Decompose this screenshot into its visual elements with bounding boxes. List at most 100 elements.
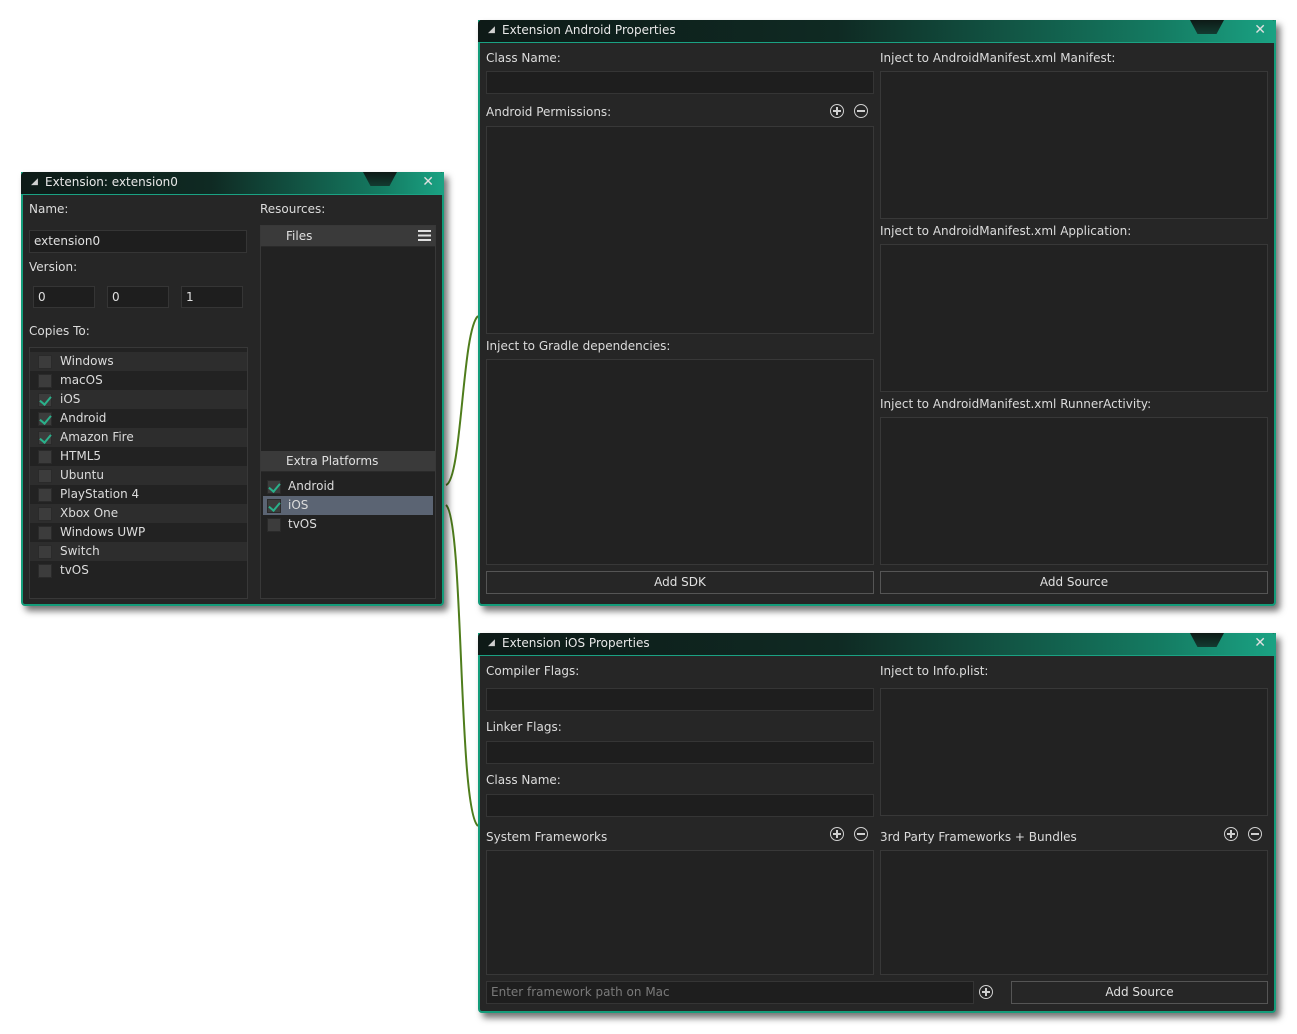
ios-properties-window: ◢ Extension iOS Properties ✕ Compiler Fl… xyxy=(478,633,1276,1013)
info-plist-textarea[interactable] xyxy=(880,688,1268,816)
platform-row[interactable]: Windows xyxy=(30,352,247,371)
extra-platform-label: Android xyxy=(288,479,335,493)
close-icon[interactable]: ✕ xyxy=(1254,635,1266,651)
extra-platforms-header[interactable]: Extra Platforms xyxy=(261,451,435,472)
add-permission-icon[interactable] xyxy=(830,104,844,118)
extra-platform-label: tvOS xyxy=(288,517,317,531)
compiler-flags-input[interactable] xyxy=(486,688,874,711)
platform-checkbox[interactable] xyxy=(38,355,52,369)
window-title: Extension: extension0 xyxy=(45,175,178,189)
platform-label: tvOS xyxy=(60,563,89,577)
platform-checkbox[interactable] xyxy=(38,545,52,559)
android-window-titlebar[interactable]: ◢ Extension Android Properties ✕ xyxy=(478,20,1276,43)
platform-row[interactable]: Ubuntu xyxy=(30,466,247,485)
class-name-input[interactable] xyxy=(486,794,874,817)
close-icon[interactable]: ✕ xyxy=(1254,22,1266,38)
manifest-inject-textarea[interactable] xyxy=(880,71,1268,219)
copies-to-label: Copies To: xyxy=(29,324,90,338)
platform-checkbox[interactable] xyxy=(38,374,52,388)
platform-row[interactable]: HTML5 xyxy=(30,447,247,466)
platform-label: HTML5 xyxy=(60,449,102,463)
platform-label: Windows xyxy=(60,354,114,368)
ios-window-titlebar[interactable]: ◢ Extension iOS Properties ✕ xyxy=(478,633,1276,656)
add-framework-path-icon[interactable] xyxy=(979,985,993,999)
android-permissions-label: Android Permissions: xyxy=(486,105,612,119)
platform-checkbox[interactable] xyxy=(38,450,52,464)
extra-platform-checkbox[interactable] xyxy=(267,518,281,532)
runner-activity-inject-textarea[interactable] xyxy=(880,417,1268,565)
system-frameworks-list[interactable] xyxy=(486,850,874,975)
platform-row[interactable]: iOS xyxy=(30,390,247,409)
platform-label: macOS xyxy=(60,373,103,387)
platform-label: Ubuntu xyxy=(60,468,104,482)
platform-row[interactable]: Amazon Fire xyxy=(30,428,247,447)
platform-checkbox[interactable] xyxy=(38,431,52,445)
extra-platform-row[interactable]: Android xyxy=(263,477,433,496)
android-permissions-list[interactable] xyxy=(486,126,874,334)
application-inject-label: Inject to AndroidManifest.xml Applicatio… xyxy=(880,224,1132,238)
title-notch-decoration xyxy=(1190,20,1224,34)
platform-checkbox[interactable] xyxy=(38,469,52,483)
files-header-label: Files xyxy=(286,229,313,243)
class-name-label: Class Name: xyxy=(486,773,561,787)
platform-label: Switch xyxy=(60,544,100,558)
version-major-input[interactable]: 0 xyxy=(33,286,95,308)
extra-platforms-label: Extra Platforms xyxy=(286,454,379,468)
platform-checkbox[interactable] xyxy=(38,393,52,407)
title-notch-decoration xyxy=(1190,633,1224,647)
collapse-icon[interactable]: ◢ xyxy=(488,638,495,648)
platform-checkbox[interactable] xyxy=(38,488,52,502)
version-minor-input[interactable]: 0 xyxy=(107,286,169,308)
title-notch-decoration xyxy=(363,172,397,186)
add-source-button[interactable]: Add Source xyxy=(880,571,1268,594)
platform-row[interactable]: PlayStation 4 xyxy=(30,485,247,504)
platform-row[interactable]: Xbox One xyxy=(30,504,247,523)
platform-row[interactable]: macOS xyxy=(30,371,247,390)
extra-platform-checkbox[interactable] xyxy=(267,499,281,513)
platform-row[interactable]: Switch xyxy=(30,542,247,561)
platform-checkbox[interactable] xyxy=(38,526,52,540)
platform-checkbox[interactable] xyxy=(38,507,52,521)
framework-path-input[interactable]: Enter framework path on Mac xyxy=(486,981,974,1004)
platform-row[interactable]: Android xyxy=(30,409,247,428)
add-sdk-button[interactable]: Add SDK xyxy=(486,571,874,594)
extra-platform-row[interactable]: iOS xyxy=(263,496,433,515)
linker-flags-input[interactable] xyxy=(486,741,874,764)
class-name-input[interactable] xyxy=(486,71,874,94)
connector-to-ios xyxy=(445,504,479,827)
third-party-frameworks-label: 3rd Party Frameworks + Bundles xyxy=(880,830,1077,844)
platform-label: Xbox One xyxy=(60,506,119,520)
gradle-dependencies-label: Inject to Gradle dependencies: xyxy=(486,339,671,353)
close-icon[interactable]: ✕ xyxy=(422,174,434,190)
version-patch-input[interactable]: 1 xyxy=(181,286,243,308)
resources-label: Resources: xyxy=(260,202,326,216)
ios-add-source-button[interactable]: Add Source xyxy=(1011,981,1268,1004)
compiler-flags-label: Compiler Flags: xyxy=(486,664,580,678)
third-party-frameworks-list[interactable] xyxy=(880,850,1268,975)
remove-third-party-framework-icon[interactable] xyxy=(1248,827,1262,841)
extra-platform-checkbox[interactable] xyxy=(267,480,281,494)
version-label: Version: xyxy=(29,260,78,274)
add-system-framework-icon[interactable] xyxy=(830,827,844,841)
collapse-icon[interactable]: ◢ xyxy=(31,177,38,187)
collapse-icon[interactable]: ◢ xyxy=(488,25,495,35)
files-header[interactable]: Files xyxy=(261,226,435,247)
gradle-dependencies-textarea[interactable] xyxy=(486,359,874,565)
platform-checkbox[interactable] xyxy=(38,412,52,426)
system-frameworks-label: System Frameworks xyxy=(486,830,608,844)
remove-permission-icon[interactable] xyxy=(854,104,868,118)
extra-platform-row[interactable]: tvOS xyxy=(263,515,433,534)
menu-icon[interactable] xyxy=(418,230,431,241)
runner-activity-inject-label: Inject to AndroidManifest.xml RunnerActi… xyxy=(880,397,1152,411)
name-input[interactable]: extension0 xyxy=(29,230,247,253)
platform-checkbox[interactable] xyxy=(38,564,52,578)
platform-label: Android xyxy=(60,411,107,425)
platform-row[interactable]: tvOS xyxy=(30,561,247,580)
platform-row[interactable]: Windows UWP xyxy=(30,523,247,542)
extension-window-titlebar[interactable]: ◢ Extension: extension0 ✕ xyxy=(21,172,444,195)
remove-system-framework-icon[interactable] xyxy=(854,827,868,841)
platform-label: Windows UWP xyxy=(60,525,146,539)
info-plist-label: Inject to Info.plist: xyxy=(880,664,989,678)
application-inject-textarea[interactable] xyxy=(880,244,1268,392)
add-third-party-framework-icon[interactable] xyxy=(1224,827,1238,841)
